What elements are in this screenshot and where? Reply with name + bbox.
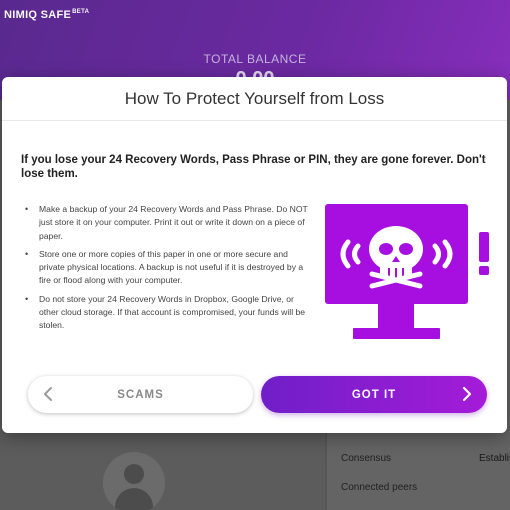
advice-list: Make a backup of your 24 Recovery Words … [21,203,311,338]
chevron-left-icon [44,387,52,401]
warning-lead-text: If you lose your 24 Recovery Words, Pass… [21,154,486,180]
skull-computer-icon [325,204,489,339]
got-it-button-label: GOT IT [351,388,397,401]
scams-button-label: SCAMS [117,388,164,401]
advice-item: Store one or more copies of this paper i… [21,248,311,288]
modal-title: How To Protect Yourself from Loss [124,89,385,108]
got-it-button[interactable]: GOT IT [261,376,487,413]
advice-item: Do not store your 24 Recovery Words in D… [21,293,311,333]
scams-back-button[interactable]: SCAMS [28,376,253,413]
chevron-right-icon [462,386,472,402]
modal-divider [2,120,507,121]
loss-protection-modal: How To Protect Yourself from Loss If you… [2,77,507,433]
advice-item: Make a backup of your 24 Recovery Words … [21,203,311,243]
